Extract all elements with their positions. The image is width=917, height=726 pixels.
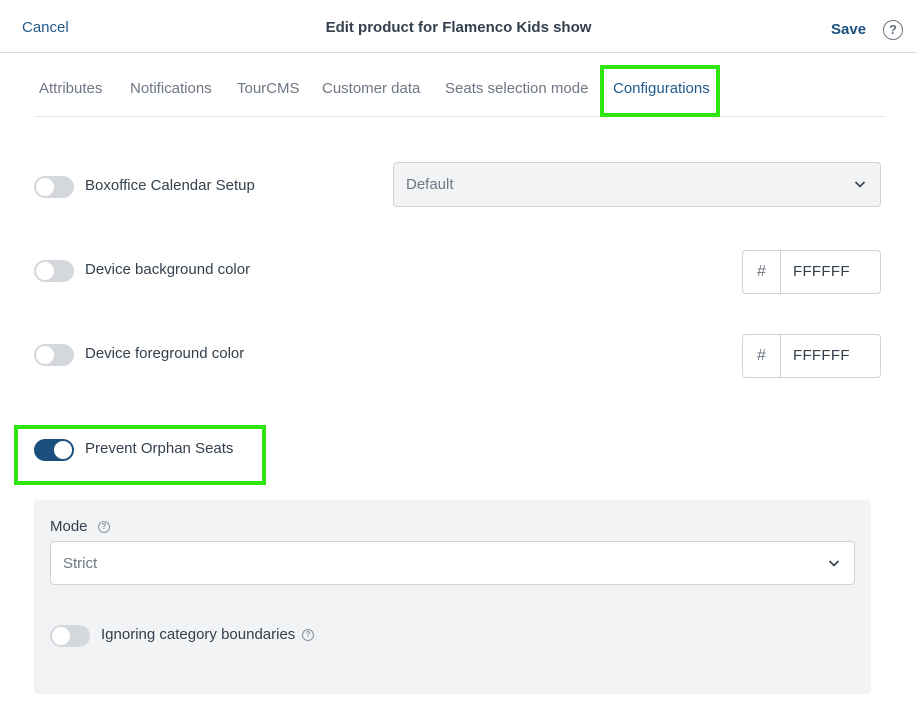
toggle-knob [36,178,54,196]
prevent-orphan-seats-toggle[interactable] [34,439,74,461]
tab-bar: Attributes Notifications TourCMS Custome… [34,65,886,117]
boxoffice-calendar-toggle[interactable] [34,176,74,198]
device-background-label: Device background color [85,261,251,278]
help-icon[interactable]: ? [883,20,903,40]
hash-prefix: # [743,335,781,377]
tab-customer-data[interactable]: Customer data [322,80,420,97]
tab-highlight-box [600,65,720,117]
toggle-knob [36,346,54,364]
boxoffice-calendar-select[interactable]: Default [393,162,881,207]
device-foreground-color-field[interactable]: # FFFFFF [742,334,881,378]
select-value: Default [406,176,454,193]
device-background-toggle[interactable] [34,260,74,282]
ignore-category-boundaries-toggle[interactable] [50,625,90,647]
mode-select[interactable]: Strict [50,541,855,585]
hash-prefix: # [743,251,781,293]
header-bar: Cancel Edit product for Flamenco Kids sh… [0,0,917,53]
color-hex-input[interactable]: FFFFFF [793,263,850,280]
toggle-knob [36,262,54,280]
tab-attributes[interactable]: Attributes [39,80,102,97]
device-background-color-field[interactable]: # FFFFFF [742,250,881,294]
device-foreground-toggle[interactable] [34,344,74,366]
info-icon[interactable]: ? [98,521,110,533]
prevent-orphan-seats-label: Prevent Orphan Seats [85,440,234,457]
tab-notifications[interactable]: Notifications [130,80,212,97]
toggle-knob [52,627,70,645]
mode-label: Mode [50,518,88,535]
tab-tourcms[interactable]: TourCMS [237,80,300,97]
page-title: Edit product for Flamenco Kids show [325,19,592,36]
color-hex-input[interactable]: FFFFFF [793,347,850,364]
save-button[interactable]: Save [831,21,866,38]
boxoffice-calendar-label: Boxoffice Calendar Setup [85,177,255,194]
orphan-seats-options-panel: Mode ? Strict Ignoring category boundari… [34,500,871,694]
ignore-category-boundaries-label: Ignoring category boundaries [101,626,296,643]
select-value: Strict [63,555,98,572]
toggle-knob [54,441,72,459]
tab-seats-selection-mode[interactable]: Seats selection mode [445,80,588,97]
device-foreground-label: Device foreground color [85,345,245,362]
chevron-down-icon [854,181,866,188]
chevron-down-icon [828,560,840,567]
info-icon[interactable]: ? [302,629,314,641]
